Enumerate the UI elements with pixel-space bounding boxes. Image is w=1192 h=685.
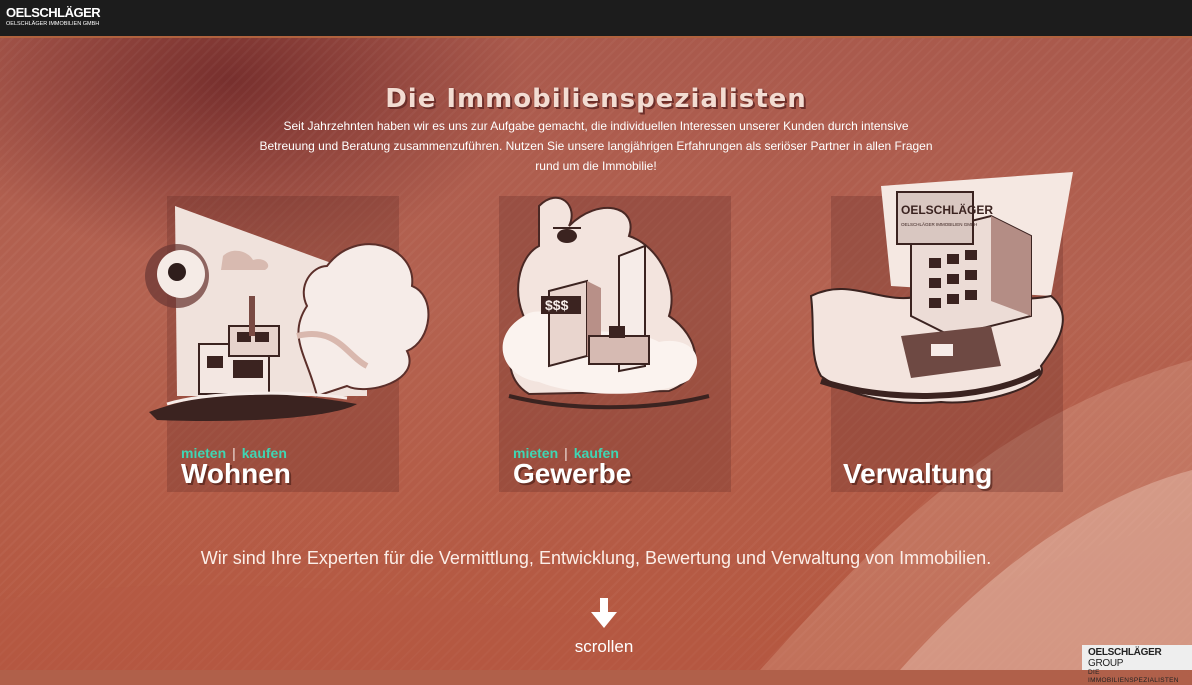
building-sign-main: OELSCHLÄGER (901, 202, 993, 217)
card-gewerbe[interactable]: $$$ mieten | kaufen Gewerbe (499, 196, 731, 492)
building-sign-sub: OELSCHLÄGER IMMOBILIEN GMBH (901, 221, 977, 227)
card-title[interactable]: Wohnen (181, 458, 291, 490)
group-logo-wordmark: OELSCHLÄGER GROUP (1088, 647, 1192, 669)
intro-line: Seit Jahrzehnten haben wir es uns zur Au… (283, 119, 909, 133)
scroll-label: scrollen (574, 637, 634, 656)
logo-wordmark: OELSCHLÄGER (6, 5, 101, 20)
house-illustration (145, 206, 430, 422)
group-logo-subline: DIE IMMOBILIENSPEZIALISTEN (1088, 669, 1179, 684)
page-headline: Die Immobilienspezialisten (385, 84, 807, 114)
business-illustration: $$$ (502, 196, 710, 410)
group-logo-group: GROUP (1088, 658, 1124, 669)
scroll-button[interactable]: scrollen (546, 598, 662, 657)
arrow-down-icon (591, 598, 617, 628)
card-verwaltung[interactable]: OELSCHLÄGER OELSCHLÄGER IMMOBILIEN GMBH … (809, 172, 1073, 492)
sign-text: $$$ (545, 297, 569, 313)
intro-line: Betreuung und Beratung zusammenzuführen.… (259, 139, 933, 153)
top-bar: OELSCHLÄGER OELSCHLÄGER IMMOBILIEN GMBH (0, 0, 1192, 38)
company-logo[interactable]: OELSCHLÄGER OELSCHLÄGER IMMOBILIEN GMBH (6, 5, 101, 32)
office-building-illustration: OELSCHLÄGER OELSCHLÄGER IMMOBILIEN GMBH (809, 172, 1073, 404)
group-logo[interactable]: OELSCHLÄGER GROUP DIE IMMOBILIENSPEZIALI… (1082, 645, 1192, 684)
tagline: Wir sind Ihre Experten für die Vermittlu… (200, 548, 992, 568)
card-title[interactable]: Gewerbe (513, 458, 631, 490)
card-wohnen[interactable]: mieten | kaufen Wohnen (145, 196, 430, 492)
logo-subline: OELSCHLÄGER IMMOBILIEN GMBH (6, 21, 100, 27)
group-logo-main: OELSCHLÄGER (1088, 647, 1162, 658)
card-title[interactable]: Verwaltung (843, 458, 992, 490)
